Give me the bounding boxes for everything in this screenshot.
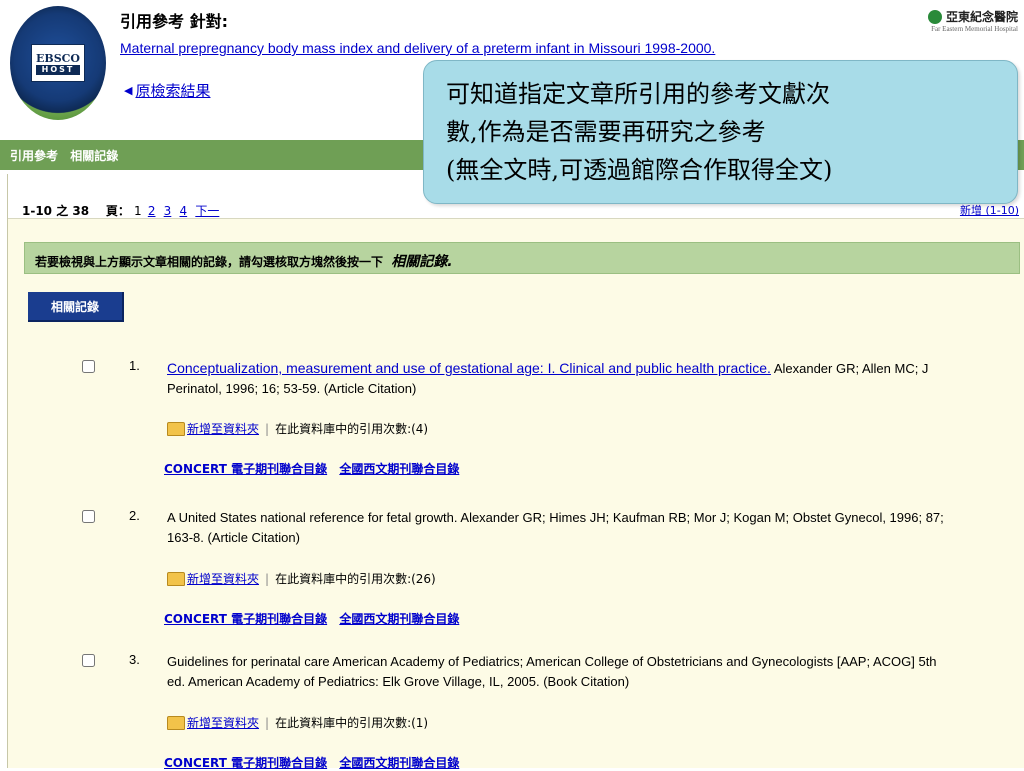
entry-tools: 新增至資料夾 | 在此資料庫中的引用次數: (4) <box>167 420 428 437</box>
results-panel: 1-10 之 38 頁： 1 2 3 4 下一 新增 (1-10) 若要檢視與上… <box>7 174 1024 771</box>
page-link-4[interactable]: 4 <box>180 204 188 218</box>
instruction-bar: 若要檢視與上方顯示文章相關的記錄，請勾選核取方塊然後按一下 相關記錄. <box>24 242 1020 274</box>
page-link-2[interactable]: 2 <box>148 204 156 218</box>
logo-text-bottom: HOST <box>36 64 80 75</box>
hospital-name: 亞東紀念醫院 <box>927 8 1018 25</box>
select-checkbox[interactable] <box>82 654 95 667</box>
add-range-link[interactable]: 新增 (1-10) <box>960 202 1019 218</box>
hospital-logo: 亞東紀念醫院 Far Eastern Memorial Hospital <box>927 8 1018 33</box>
national-catalog-link[interactable]: 全國西文期刊聯合目錄 <box>339 612 459 626</box>
national-catalog-link[interactable]: 全國西文期刊聯合目錄 <box>339 462 459 476</box>
folder-icon <box>167 421 185 436</box>
tab-related-records[interactable]: 相關記錄 <box>70 149 118 163</box>
entry-title-link[interactable]: Conceptualization, measurement and use o… <box>167 360 771 376</box>
holdings-links: CONCERT 電子期刊聯合目錄 全國西文期刊聯合目錄 <box>164 610 467 627</box>
result-range: 1-10 之 38 <box>22 204 90 218</box>
entry-citation-text: A United States national reference for f… <box>167 510 944 545</box>
cited-count-label: 在此資料庫中的引用次數: <box>275 716 412 730</box>
tab-cited-references[interactable]: 引用參考 <box>10 149 58 163</box>
separator: | <box>265 421 270 436</box>
select-checkbox[interactable] <box>82 360 95 373</box>
instruction-main: 若要檢視與上方顯示文章相關的記錄，請勾選核取方塊然後按一下 <box>35 255 384 269</box>
entry-citation: Conceptualization, measurement and use o… <box>167 358 957 399</box>
entry-tools: 新增至資料夾 | 在此資料庫中的引用次數: (26) <box>167 570 436 587</box>
hospital-english-name: Far Eastern Memorial Hospital <box>931 25 1018 33</box>
instruction-text: 若要檢視與上方顯示文章相關的記錄，請勾選核取方塊然後按一下 相關記錄. <box>35 251 453 271</box>
separator: | <box>265 715 270 730</box>
back-to-results-link[interactable]: 原檢索結果 <box>135 80 210 101</box>
annotation-callout: 可知道指定文章所引用的參考文獻次 數,作為是否需要再研究之參考 (無全文時,可透… <box>423 60 1018 204</box>
add-to-folder-link[interactable]: 新增至資料夾 <box>187 420 259 437</box>
entry-citation: Guidelines for perinatal care American A… <box>167 652 957 692</box>
nav-tabs: 引用參考 相關記錄 <box>10 147 126 164</box>
next-page-link[interactable]: 下一 <box>195 204 219 218</box>
cited-references-heading: 引用參考 針對: <box>120 12 228 31</box>
ebsco-host-logo[interactable]: EBSCO HOST <box>10 6 106 120</box>
page-link-3[interactable]: 3 <box>164 204 172 218</box>
cited-count: (1) <box>411 715 429 730</box>
article-title-link[interactable]: Maternal prepregnancy body mass index an… <box>120 40 715 56</box>
entry-tools: 新增至資料夾 | 在此資料庫中的引用次數: (1) <box>167 714 428 731</box>
instruction-emphasis: 相關記錄. <box>391 254 453 270</box>
hospital-name-text: 亞東紀念醫院 <box>945 10 1018 24</box>
entry-number: 1. <box>129 358 140 373</box>
back-arrow-icon: ◀ <box>124 84 133 97</box>
callout-line-2: 數,作為是否需要再研究之參考 <box>446 118 766 146</box>
entry-citation: A United States national reference for f… <box>167 508 957 548</box>
cited-count-label: 在此資料庫中的引用次數: <box>275 422 412 436</box>
cited-count: (26) <box>411 571 436 586</box>
logo-plate: EBSCO HOST <box>31 44 85 82</box>
concert-catalog-link[interactable]: CONCERT 電子期刊聯合目錄 <box>164 612 327 626</box>
cited-count: (4) <box>411 421 429 436</box>
separator: | <box>265 571 270 586</box>
pagination: 1-10 之 38 頁： 1 2 3 4 下一 <box>22 202 221 219</box>
callout-line-1: 可知道指定文章所引用的參考文獻次 <box>446 80 830 108</box>
back-to-results[interactable]: ◀ 原檢索結果 <box>124 80 210 101</box>
select-checkbox[interactable] <box>82 510 95 523</box>
page-label: 頁： <box>105 204 130 218</box>
cited-count-label: 在此資料庫中的引用次數: <box>275 572 412 586</box>
logo-text-top: EBSCO <box>36 51 80 65</box>
folder-icon <box>167 715 185 730</box>
holdings-links: CONCERT 電子期刊聯合目錄 全國西文期刊聯合目錄 <box>164 754 467 771</box>
hospital-emblem-icon <box>927 9 942 24</box>
add-to-folder-link[interactable]: 新增至資料夾 <box>187 714 259 731</box>
current-page: 1 <box>134 204 142 218</box>
entry-number: 2. <box>129 508 140 523</box>
concert-catalog-link[interactable]: CONCERT 電子期刊聯合目錄 <box>164 462 327 476</box>
add-to-folder-link[interactable]: 新增至資料夾 <box>187 570 259 587</box>
entry-citation-text: Guidelines for perinatal care American A… <box>167 654 937 689</box>
callout-line-3: (無全文時,可透過館際合作取得全文) <box>446 156 833 184</box>
related-records-button[interactable]: 相關記錄 <box>28 292 124 322</box>
holdings-links: CONCERT 電子期刊聯合目錄 全國西文期刊聯合目錄 <box>164 460 467 477</box>
folder-icon <box>167 571 185 586</box>
entry-number: 3. <box>129 652 140 667</box>
